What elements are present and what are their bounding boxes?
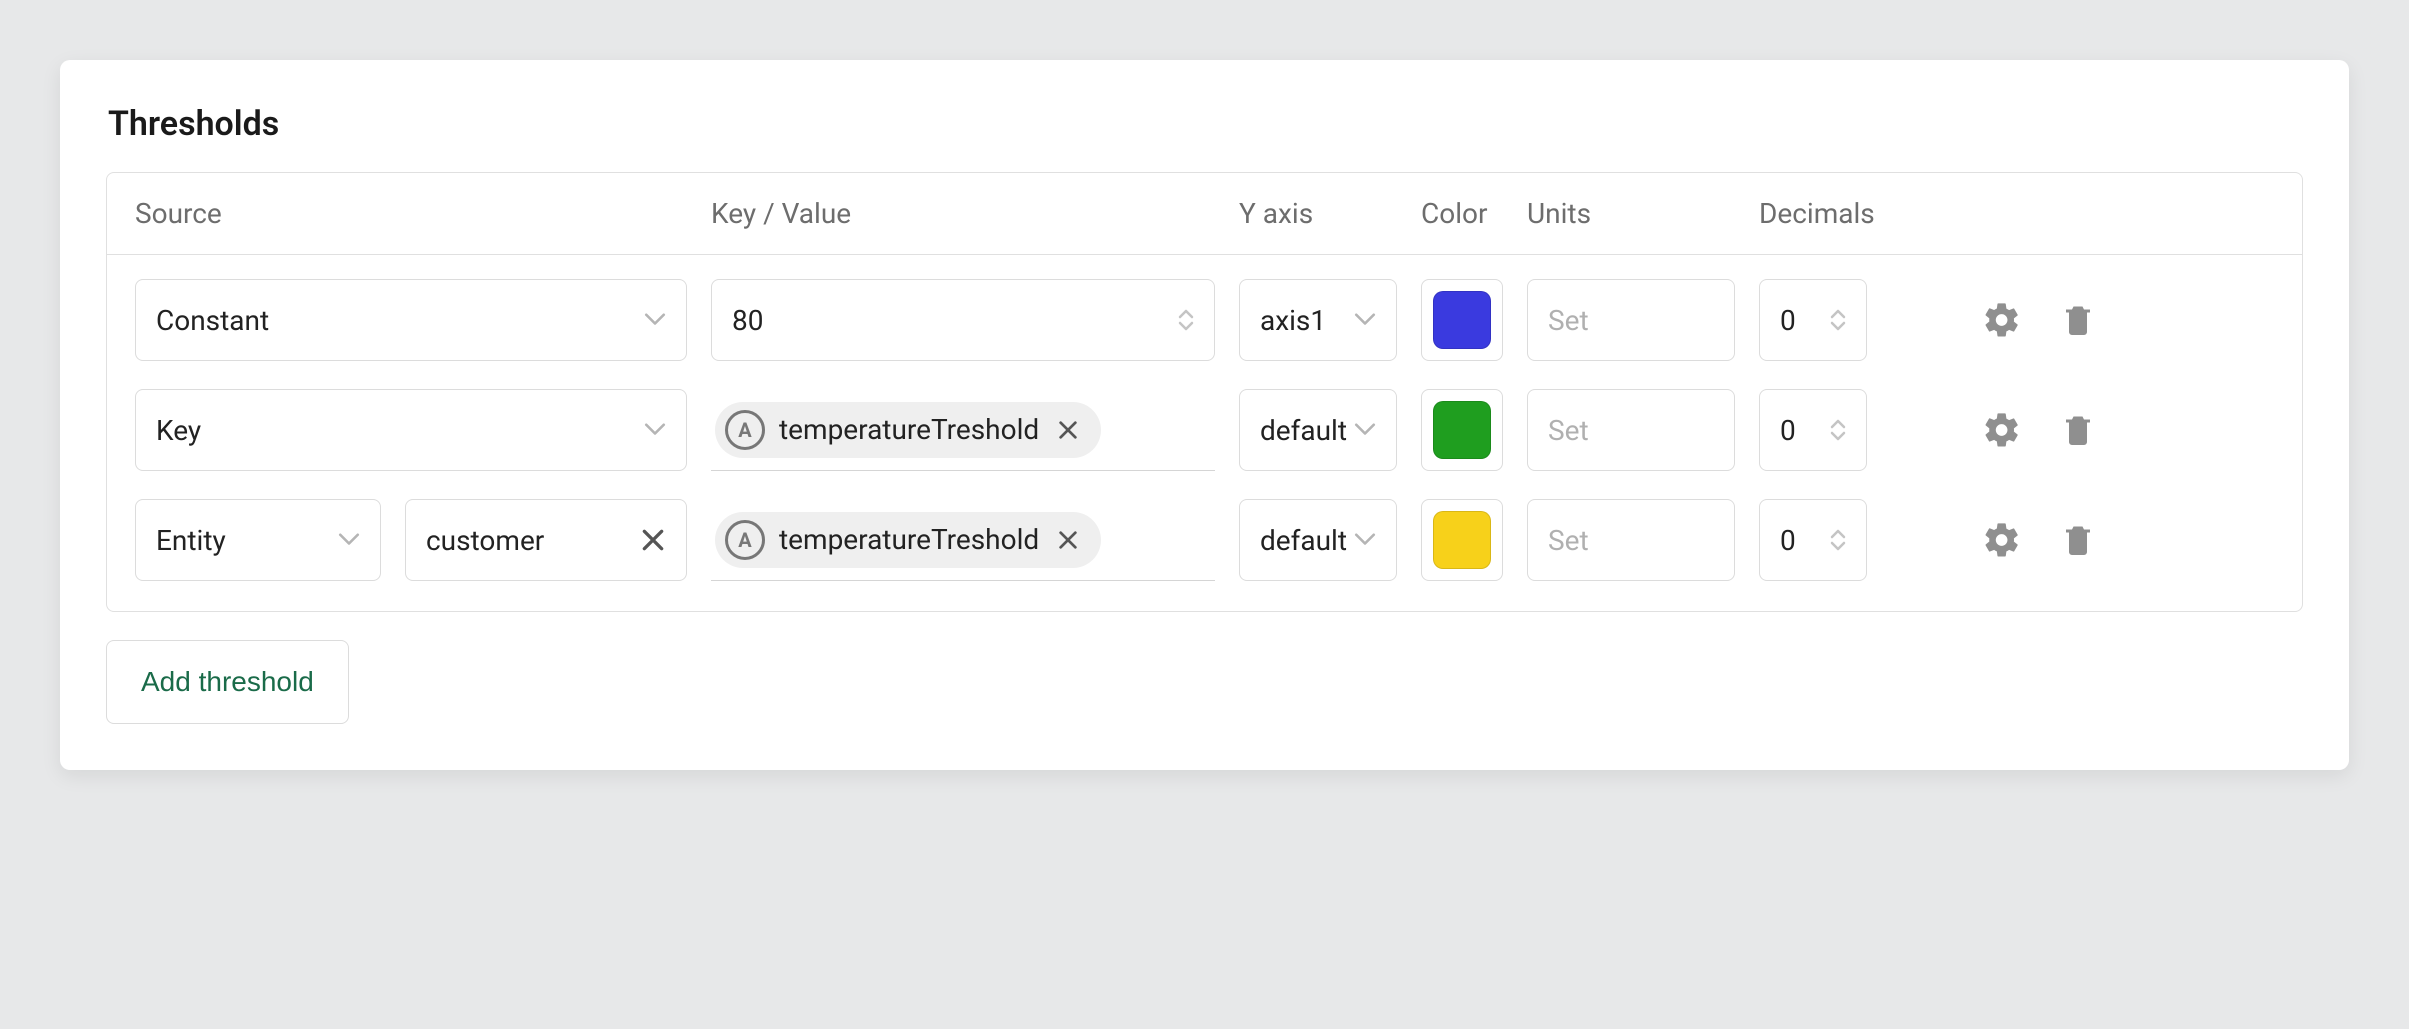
number-stepper-icon[interactable] xyxy=(1830,419,1846,441)
entity-value-text: customer xyxy=(426,524,544,557)
threshold-row: Entity customer xyxy=(135,499,2272,581)
threshold-row: Constant 80 xyxy=(135,279,2272,361)
delete-button[interactable] xyxy=(2055,517,2101,563)
decimals-value: 0 xyxy=(1780,414,1796,447)
chevron-down-icon xyxy=(644,423,666,437)
source-type-select[interactable]: Entity xyxy=(135,499,381,581)
chip-remove-button[interactable] xyxy=(1053,525,1083,555)
key-chip-label: temperatureTreshold xyxy=(779,523,1039,556)
col-y-axis: Y axis xyxy=(1239,197,1421,230)
decimals-input[interactable]: 0 xyxy=(1759,389,1867,471)
decimals-input[interactable]: 0 xyxy=(1759,499,1867,581)
close-icon xyxy=(1057,529,1079,551)
settings-button[interactable] xyxy=(1979,517,2025,563)
thresholds-table: Source Key / Value Y axis Color Units De… xyxy=(106,172,2303,612)
source-type-value: Entity xyxy=(156,524,226,557)
close-icon xyxy=(640,527,666,553)
attribute-icon: A xyxy=(725,410,765,450)
settings-button[interactable] xyxy=(1979,297,2025,343)
close-icon xyxy=(1057,419,1079,441)
source-type-select[interactable]: Key xyxy=(135,389,687,471)
y-axis-select[interactable]: default xyxy=(1239,389,1397,471)
color-picker[interactable] xyxy=(1421,279,1503,361)
y-axis-value: axis1 xyxy=(1260,304,1326,337)
delete-button[interactable] xyxy=(2055,297,2101,343)
threshold-row: Key A temperatureTreshold xyxy=(135,389,2272,471)
delete-button[interactable] xyxy=(2055,407,2101,453)
chevron-down-icon xyxy=(338,533,360,547)
col-units: Units xyxy=(1527,197,1759,230)
decimals-input[interactable]: 0 xyxy=(1759,279,1867,361)
thresholds-panel: Thresholds Source Key / Value Y axis Col… xyxy=(60,60,2349,770)
add-threshold-button[interactable]: Add threshold xyxy=(106,640,349,724)
y-axis-value: default xyxy=(1260,524,1347,557)
add-threshold-label: Add threshold xyxy=(141,666,314,698)
gear-icon xyxy=(1982,410,2022,450)
y-axis-select[interactable]: default xyxy=(1239,499,1397,581)
source-type-value: Key xyxy=(156,414,201,447)
value-input[interactable]: 80 xyxy=(711,279,1215,361)
color-swatch xyxy=(1433,401,1491,459)
gear-icon xyxy=(1982,520,2022,560)
number-stepper-icon[interactable] xyxy=(1178,309,1194,331)
key-chip-field[interactable]: A temperatureTreshold xyxy=(711,499,1215,581)
number-stepper-icon[interactable] xyxy=(1830,529,1846,551)
trash-icon xyxy=(2060,300,2096,340)
number-stepper-icon[interactable] xyxy=(1830,309,1846,331)
col-color: Color xyxy=(1421,197,1527,230)
decimals-value: 0 xyxy=(1780,304,1796,337)
units-input[interactable]: Set xyxy=(1527,499,1735,581)
entity-value-input[interactable]: customer xyxy=(405,499,687,581)
y-axis-value: default xyxy=(1260,414,1347,447)
chevron-down-icon xyxy=(1354,313,1376,327)
units-placeholder: Set xyxy=(1548,304,1589,337)
table-body: Constant 80 xyxy=(107,255,2302,611)
key-chip-field[interactable]: A temperatureTreshold xyxy=(711,389,1215,471)
color-swatch xyxy=(1433,511,1491,569)
units-placeholder: Set xyxy=(1548,524,1589,557)
units-input[interactable]: Set xyxy=(1527,279,1735,361)
key-chip: A temperatureTreshold xyxy=(715,402,1101,458)
clear-entity-button[interactable] xyxy=(640,527,666,553)
panel-title: Thresholds xyxy=(108,104,2303,144)
value-text: 80 xyxy=(732,304,763,337)
col-decimals: Decimals xyxy=(1759,197,1925,230)
color-picker[interactable] xyxy=(1421,499,1503,581)
chevron-down-icon xyxy=(1354,423,1376,437)
key-chip-label: temperatureTreshold xyxy=(779,413,1039,446)
color-swatch xyxy=(1433,291,1491,349)
settings-button[interactable] xyxy=(1979,407,2025,453)
trash-icon xyxy=(2060,520,2096,560)
key-chip: A temperatureTreshold xyxy=(715,512,1101,568)
y-axis-select[interactable]: axis1 xyxy=(1239,279,1397,361)
units-placeholder: Set xyxy=(1548,414,1589,447)
chip-remove-button[interactable] xyxy=(1053,415,1083,445)
gear-icon xyxy=(1982,300,2022,340)
col-source: Source xyxy=(135,197,711,230)
source-type-value: Constant xyxy=(156,304,269,337)
source-type-select[interactable]: Constant xyxy=(135,279,687,361)
attribute-icon: A xyxy=(725,520,765,560)
units-input[interactable]: Set xyxy=(1527,389,1735,471)
color-picker[interactable] xyxy=(1421,389,1503,471)
trash-icon xyxy=(2060,410,2096,450)
col-key-value: Key / Value xyxy=(711,197,1239,230)
table-header: Source Key / Value Y axis Color Units De… xyxy=(107,173,2302,255)
chevron-down-icon xyxy=(644,313,666,327)
chevron-down-icon xyxy=(1354,533,1376,547)
decimals-value: 0 xyxy=(1780,524,1796,557)
